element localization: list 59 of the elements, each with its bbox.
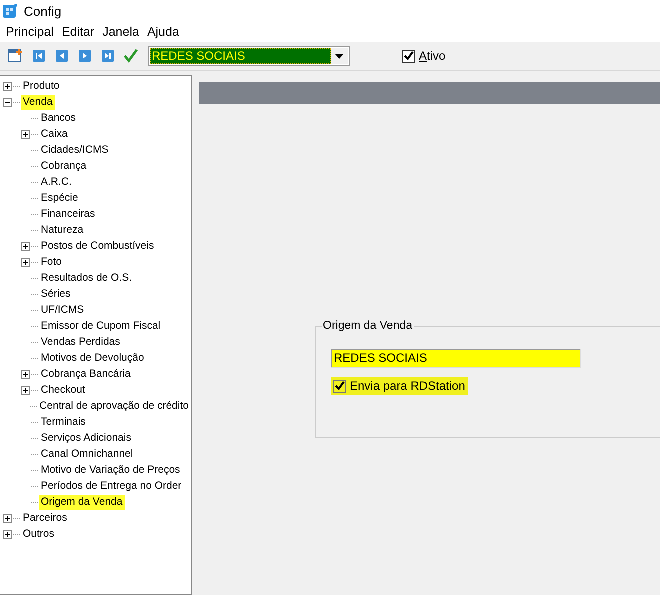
checkbox-label: Ativo — [419, 49, 446, 63]
app-icon — [2, 3, 18, 19]
menu-item[interactable]: Janela — [98, 25, 144, 39]
record-combo[interactable]: REDES SOCIAIS — [148, 46, 350, 66]
checkbox-label: Envia para RDStation — [350, 379, 466, 393]
menu-item[interactable]: Ajuda — [143, 25, 184, 39]
expander-icon[interactable] — [3, 98, 12, 106]
tree-item[interactable]: Parceiros — [21, 510, 70, 526]
tree-item[interactable]: Foto — [39, 254, 64, 270]
menu-item[interactable]: Editar — [58, 25, 99, 39]
window-title: Config — [24, 4, 62, 18]
text-field[interactable]: REDES SOCIAIS — [331, 349, 581, 368]
tree-item[interactable]: Terminais — [39, 414, 88, 430]
tree-item[interactable]: Caixa — [39, 126, 70, 142]
tree-item[interactable]: A.R.C. — [39, 174, 74, 190]
tree-item[interactable]: Central de aprovação de crédito — [38, 398, 191, 414]
tree-item[interactable]: Bancos — [39, 110, 78, 126]
expander-icon[interactable] — [21, 258, 30, 266]
tree-item[interactable]: Origem da Venda — [39, 494, 125, 510]
tree-item[interactable]: Outros — [21, 526, 57, 542]
expander-icon[interactable] — [21, 242, 30, 250]
expander-icon[interactable] — [3, 82, 12, 90]
tree-item[interactable]: Cobrança — [39, 158, 89, 174]
tree-item[interactable]: Postos de Combustíveis — [39, 238, 156, 254]
tree-item[interactable]: UF/ICMS — [39, 302, 86, 318]
tree-item[interactable]: Natureza — [39, 222, 86, 238]
tree-item[interactable]: Séries — [39, 286, 73, 302]
group-title: Origem da Venda — [322, 320, 414, 332]
tree-item[interactable]: Cobrança Bancária — [39, 366, 133, 382]
checkbox[interactable] — [333, 380, 346, 392]
tree-item[interactable]: Períodos de Entrega no Order — [39, 478, 184, 494]
checkbox[interactable] — [402, 50, 415, 62]
tree-item[interactable]: Cidades/ICMS — [39, 142, 111, 158]
tree-item[interactable]: Checkout — [39, 382, 88, 398]
menu-item[interactable]: Principal — [2, 25, 58, 39]
last-record-icon[interactable] — [100, 48, 116, 64]
tree-item[interactable]: Resultados de O.S. — [39, 270, 134, 286]
tree-item[interactable]: Financeiras — [39, 206, 98, 222]
tree-item[interactable]: Emissor de Cupom Fiscal — [39, 318, 163, 334]
previous-record-icon[interactable] — [54, 48, 70, 64]
tree-item[interactable]: Serviços Adicionais — [39, 430, 134, 446]
caret-icon — [335, 54, 344, 58]
tree-item[interactable]: Motivos de Devolução — [39, 350, 146, 366]
tree-item[interactable]: Espécie — [39, 190, 80, 206]
tree-item[interactable]: Venda — [21, 94, 55, 110]
next-record-icon[interactable] — [77, 48, 93, 64]
first-record-icon[interactable] — [31, 48, 47, 64]
expander-icon[interactable] — [21, 370, 30, 378]
expander-icon[interactable] — [21, 130, 30, 138]
tree-item[interactable]: Motivo de Variação de Preços — [39, 462, 182, 478]
expander-icon[interactable] — [3, 530, 12, 538]
new-record-icon[interactable] — [8, 48, 24, 64]
checkmark-icon[interactable] — [123, 48, 139, 64]
tree-item[interactable]: Canal Omnichannel — [39, 446, 136, 462]
expander-icon[interactable] — [21, 386, 30, 394]
expander-icon[interactable] — [3, 514, 12, 522]
tree-item[interactable]: Produto — [21, 78, 62, 94]
dropdown-button[interactable] — [331, 48, 348, 64]
tree-item[interactable]: Vendas Perdidas — [39, 334, 122, 350]
